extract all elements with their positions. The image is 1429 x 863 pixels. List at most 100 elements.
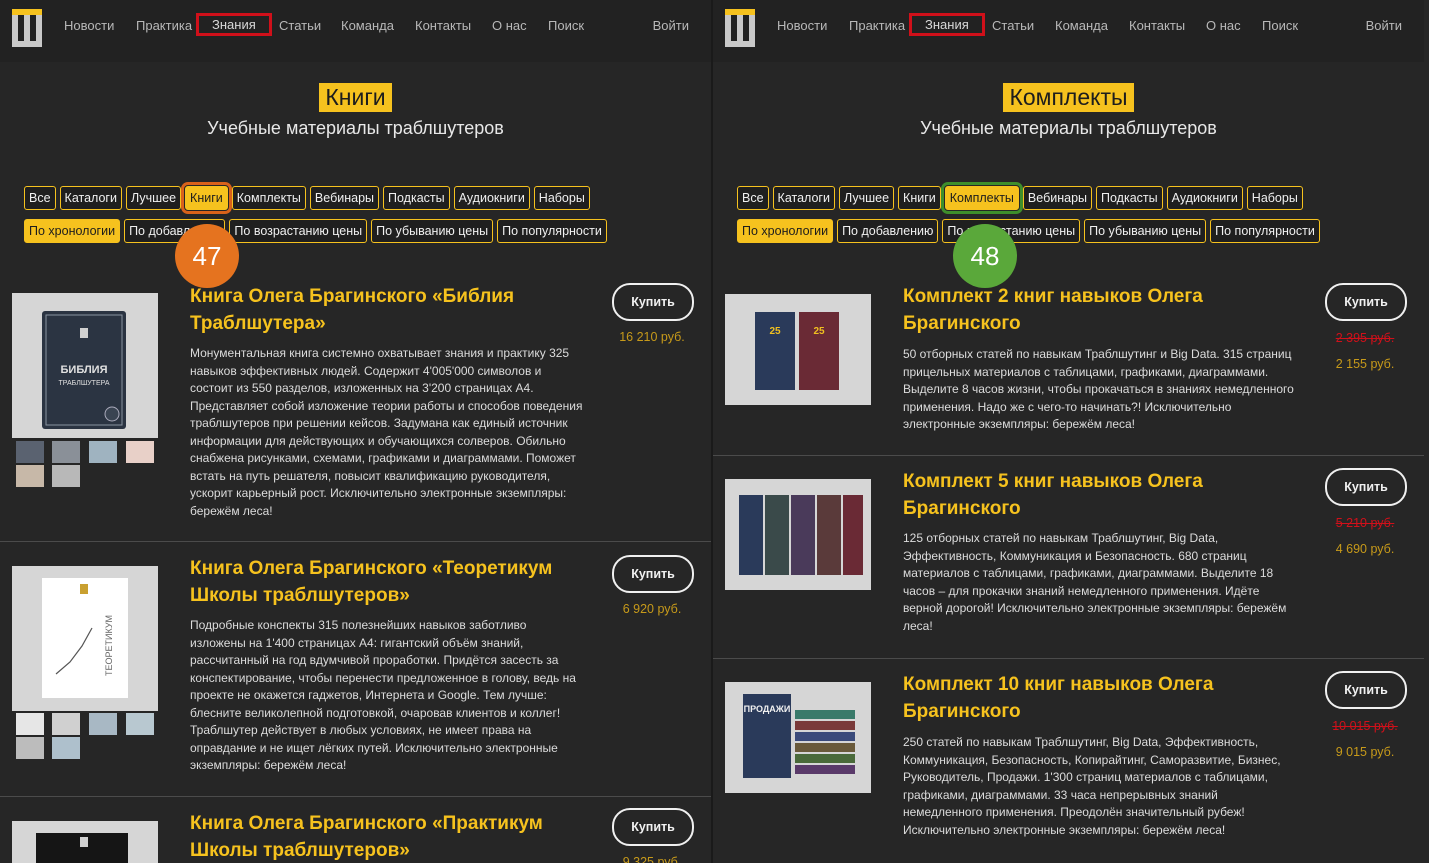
- nav-search[interactable]: Поиск: [1262, 18, 1298, 33]
- product-title[interactable]: Комплект 5 книг навыков Олега Брагинског…: [903, 468, 1308, 522]
- product-price: 4 690 руб.: [1335, 542, 1395, 556]
- buy-button[interactable]: Купить: [612, 555, 694, 593]
- sort-price-asc[interactable]: По возрастанию цены: [229, 219, 368, 243]
- gallery-thumb[interactable]: [16, 465, 44, 487]
- product-card: ТЕОРЕТИКУМ Книга Олега Брагинского «Теор…: [0, 553, 711, 797]
- product-image[interactable]: 25 25: [725, 294, 871, 405]
- product-old-price: 10 015 руб.: [1332, 719, 1398, 733]
- product-title[interactable]: Книга Олега Брагинского «Практикум Школы…: [190, 810, 595, 863]
- filter-bundles[interactable]: Комплекты: [231, 186, 306, 210]
- product-card: Комплект 5 книг навыков Олега Брагинског…: [713, 466, 1424, 659]
- gallery-thumb[interactable]: [52, 737, 80, 759]
- sort-popularity[interactable]: По популярности: [1210, 219, 1320, 243]
- product-description: 125 отборных статей по навыкам Траблшути…: [903, 531, 1287, 633]
- filter-books[interactable]: Книги: [181, 182, 232, 214]
- filter-catalogs[interactable]: Каталоги: [772, 186, 835, 210]
- sort-price-desc[interactable]: По убыванию цены: [1084, 219, 1207, 243]
- filter-sets[interactable]: Наборы: [533, 186, 590, 210]
- buy-button[interactable]: Купить: [1325, 468, 1407, 506]
- buy-button[interactable]: Купить: [1325, 671, 1407, 709]
- product-image[interactable]: ПРОДАЖИ: [725, 682, 871, 793]
- buy-button[interactable]: Купить: [1325, 283, 1407, 321]
- filter-audiobooks[interactable]: Аудиокниги: [1166, 186, 1243, 210]
- divider: [713, 455, 1424, 456]
- product-title[interactable]: Комплект 2 книг навыков Олега Брагинског…: [903, 283, 1308, 337]
- filter-all[interactable]: Все: [24, 186, 56, 210]
- nav-search[interactable]: Поиск: [548, 18, 584, 33]
- filter-best[interactable]: Лучшее: [125, 186, 182, 210]
- category-filters: Все Каталоги Лучшее Книги Комплекты Веби…: [24, 182, 590, 214]
- filter-podcasts[interactable]: Подкасты: [1096, 186, 1163, 210]
- nav-news[interactable]: Новости: [777, 18, 827, 33]
- step-badge: 47: [175, 224, 239, 288]
- site-logo[interactable]: [12, 9, 42, 47]
- nav-contacts[interactable]: Контакты: [1129, 18, 1185, 33]
- gallery-thumb[interactable]: [52, 441, 80, 463]
- svg-text:ТРАБЛШУТЕРА: ТРАБЛШУТЕРА: [58, 380, 109, 387]
- nav-team[interactable]: Команда: [341, 18, 394, 33]
- gallery-thumb[interactable]: [16, 713, 44, 735]
- nav-practice[interactable]: Практика: [136, 18, 192, 33]
- product-title[interactable]: Книга Олега Брагинского «Библия Траблшут…: [190, 283, 595, 337]
- sort-price-desc[interactable]: По убыванию цены: [371, 219, 494, 243]
- divider: [0, 541, 711, 542]
- sort-chronology[interactable]: По хронологии: [24, 219, 121, 243]
- filter-best[interactable]: Лучшее: [838, 186, 895, 210]
- nav-about[interactable]: О нас: [492, 18, 527, 33]
- product-title[interactable]: Книга Олега Брагинского «Теоретикум Школ…: [190, 555, 595, 609]
- filter-audiobooks[interactable]: Аудиокниги: [453, 186, 530, 210]
- gallery-thumb[interactable]: [52, 713, 80, 735]
- buy-button[interactable]: Купить: [612, 283, 694, 321]
- nav-articles[interactable]: Статьи: [279, 18, 321, 33]
- nav-about[interactable]: О нас: [1206, 18, 1241, 33]
- buy-button[interactable]: Купить: [612, 808, 694, 846]
- product-image[interactable]: БИБЛИЯ ТРАБЛШУТЕРА: [12, 293, 158, 438]
- product-card: ПРОДАЖИ Комплект 10 книг навыков Олега Б…: [713, 669, 1424, 863]
- gallery-thumb[interactable]: [126, 441, 154, 463]
- product-description: 250 статей по навыкам Траблшутинг, Big D…: [903, 735, 1281, 837]
- product-image[interactable]: [725, 479, 871, 590]
- sort-chronology[interactable]: По хронологии: [737, 219, 834, 243]
- filter-podcasts[interactable]: Подкасты: [383, 186, 450, 210]
- filter-catalogs[interactable]: Каталоги: [59, 186, 122, 210]
- gallery-thumb[interactable]: [16, 441, 44, 463]
- svg-text:25: 25: [813, 326, 825, 337]
- filter-webinars[interactable]: Вебинары: [309, 186, 380, 210]
- divider: [0, 796, 711, 797]
- sort-popularity[interactable]: По популярности: [497, 219, 607, 243]
- nav-practice[interactable]: Практика: [849, 18, 905, 33]
- gallery-thumb[interactable]: [52, 465, 80, 487]
- product-description: 50 отборных статей по навыкам Траблшутин…: [903, 347, 1294, 431]
- page-title: Книги: [319, 83, 392, 112]
- sort-filters: По хронологии По добавлению По возрастан…: [24, 219, 607, 243]
- product-image[interactable]: ТЕОРЕТИКУМ: [12, 566, 158, 711]
- nav-articles[interactable]: Статьи: [992, 18, 1034, 33]
- login-link[interactable]: Войти: [1366, 18, 1402, 33]
- gallery-thumb[interactable]: [89, 441, 117, 463]
- gallery-thumb[interactable]: [126, 713, 154, 735]
- sort-filters: По хронологии По добавлению По возрастан…: [737, 219, 1320, 243]
- product-price: 2 155 руб.: [1335, 357, 1395, 371]
- filter-sets[interactable]: Наборы: [1246, 186, 1303, 210]
- nav-team[interactable]: Команда: [1055, 18, 1108, 33]
- sort-added[interactable]: По добавлению: [837, 219, 939, 243]
- product-price: 16 210 руб.: [619, 330, 685, 344]
- svg-text:БИБЛИЯ: БИБЛИЯ: [61, 364, 108, 376]
- gallery-thumb[interactable]: [16, 737, 44, 759]
- product-title[interactable]: Комплект 10 книг навыков Олега Брагинско…: [903, 671, 1308, 725]
- page-subtitle: Учебные материалы траблшутеров: [207, 118, 504, 138]
- filter-webinars[interactable]: Вебинары: [1022, 186, 1093, 210]
- product-image[interactable]: [12, 821, 158, 863]
- nav-knowledge[interactable]: Знания: [196, 13, 272, 36]
- gallery-thumb[interactable]: [89, 713, 117, 735]
- filter-all[interactable]: Все: [737, 186, 769, 210]
- nav-news[interactable]: Новости: [64, 18, 114, 33]
- page-title: Комплекты: [1003, 83, 1134, 112]
- filter-bundles[interactable]: Комплекты: [940, 182, 1023, 214]
- nav-contacts[interactable]: Контакты: [415, 18, 471, 33]
- site-logo[interactable]: [725, 9, 755, 47]
- nav-knowledge[interactable]: Знания: [909, 13, 985, 36]
- filter-books[interactable]: Книги: [898, 186, 941, 210]
- product-price: 9 325 руб.: [622, 855, 682, 863]
- login-link[interactable]: Войти: [653, 18, 689, 33]
